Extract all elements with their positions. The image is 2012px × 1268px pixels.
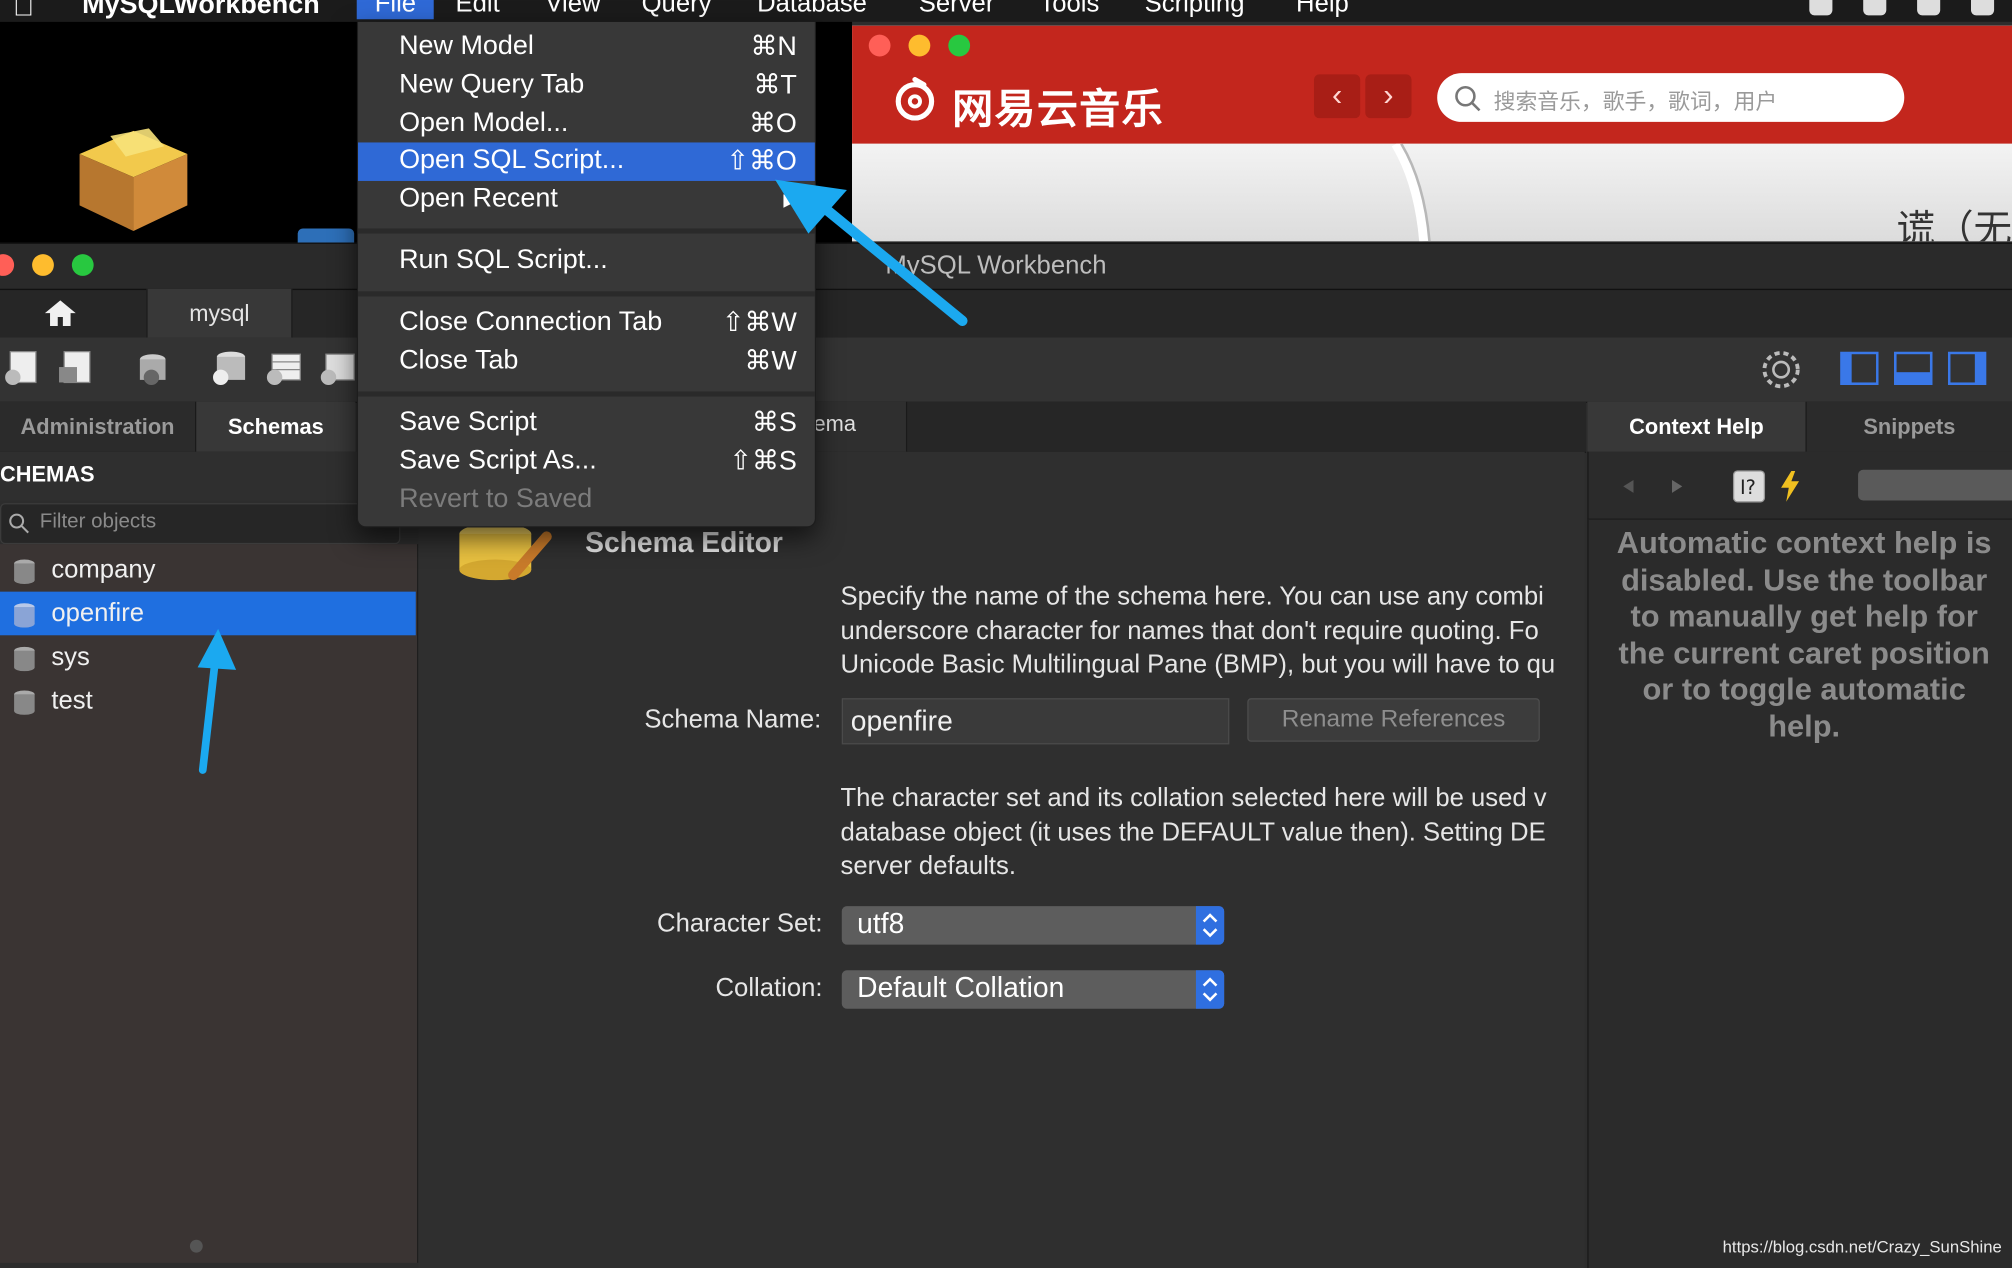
annotation-arrow-openfire	[197, 628, 237, 774]
annotation-arrow-menu	[775, 179, 968, 326]
annotation-arrows	[197, 179, 968, 774]
